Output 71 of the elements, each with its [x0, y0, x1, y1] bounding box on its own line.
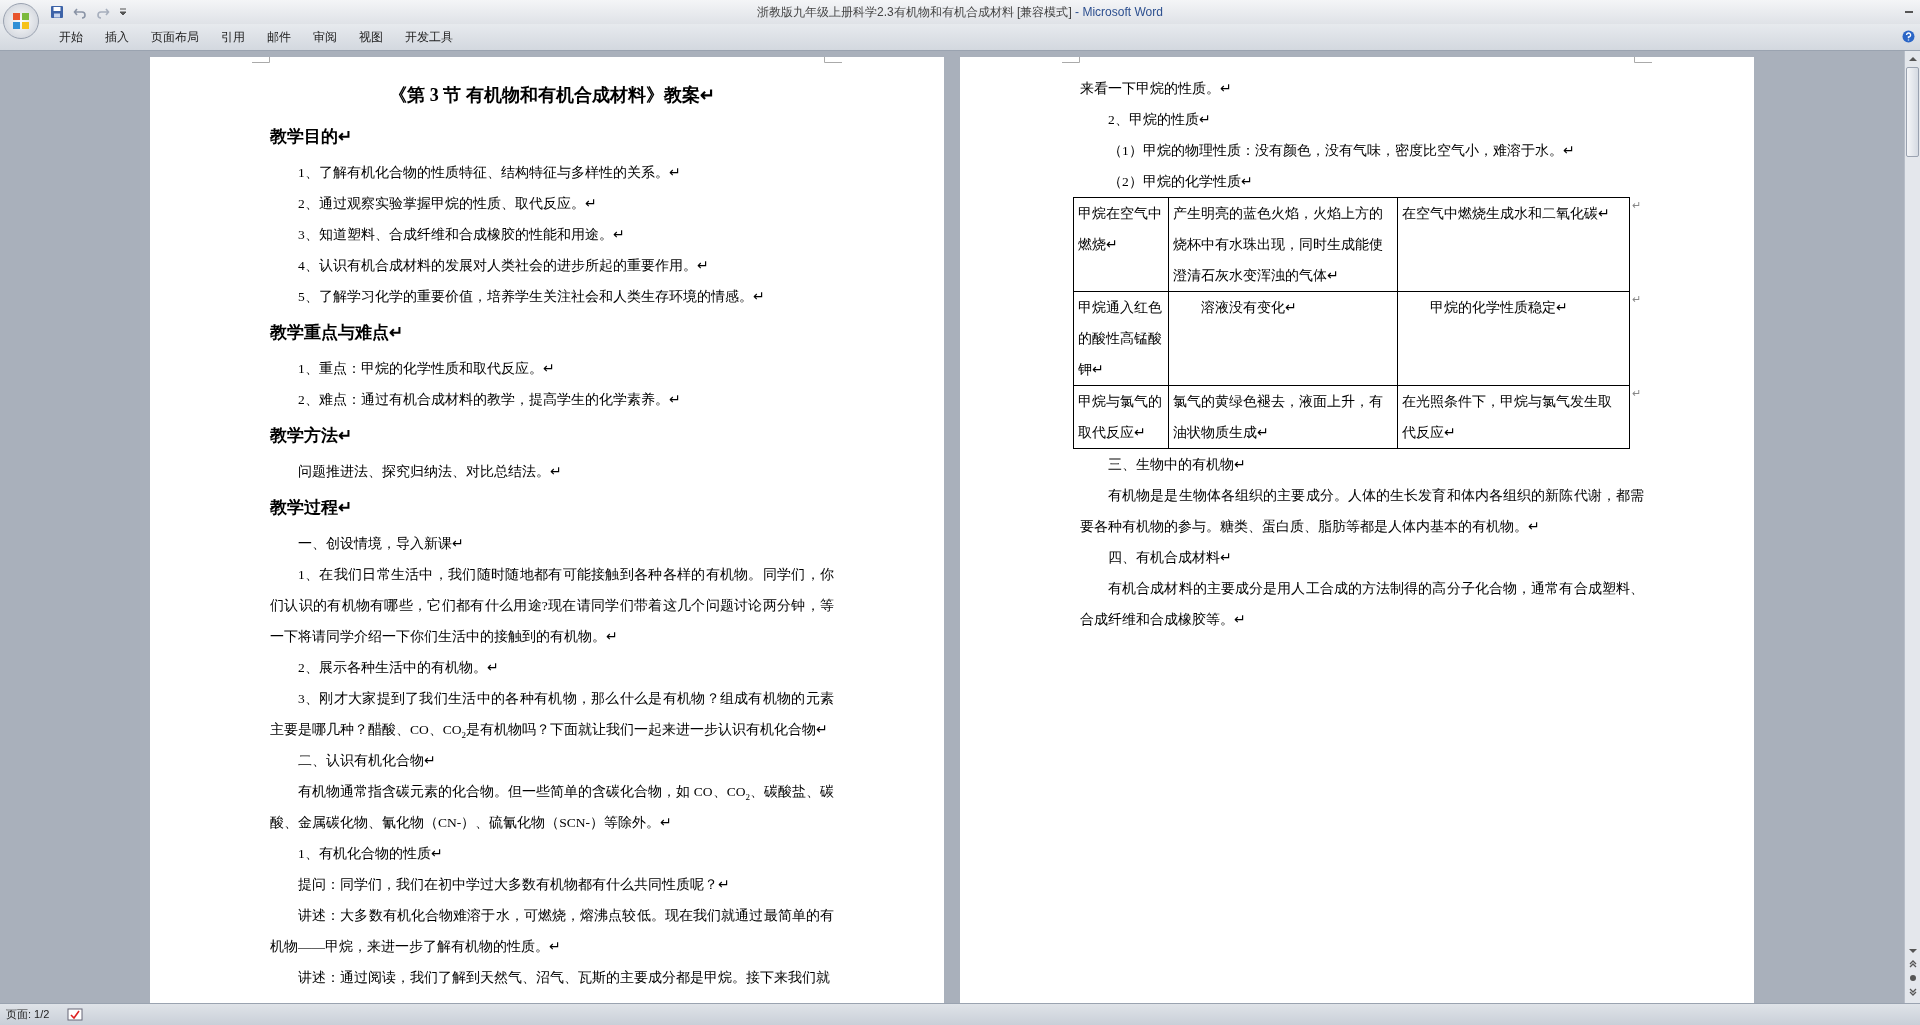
paragraph: 有机物通常指含碳元素的化合物。但一些简单的含碳化合物，如 CO、CO$_{2}$、碳酸盐、碳酸、金属碳化物、氰化物（CN-）、硫氰化物（SCN-）等除外。↵: [270, 783, 834, 832]
paragraph: 讲述：通过阅读，我们了解到天然气、沼气、瓦斯的主要成分都是甲烷。接下来我们就: [297, 969, 831, 987]
ribbon-tab[interactable]: 审阅: [302, 26, 348, 48]
window-title: 浙教版九年级上册科学2.3有机物和有机合成材料 [兼容模式]: [757, 4, 1072, 19]
ribbon-tab[interactable]: 插入: [94, 26, 140, 48]
row-end-mark: ↵: [1632, 386, 1641, 399]
table-cell-text: 产生明亮的蓝色火焰，火焰上方的烧杯中有水珠出现，同时生成能使澄清石灰水变浑浊的气体↵: [1172, 205, 1384, 285]
paragraph: 4、认识有机合成材料的发展对人类社会的进步所起的重要作用。↵: [297, 257, 710, 275]
table-cell-text: 甲烷通入红色的酸性高锰酸钾↵: [1078, 299, 1163, 379]
help-icon[interactable]: [1902, 30, 1915, 43]
scroll-down-icon[interactable]: [1907, 947, 1918, 955]
paragraph: 2、难点：通过有机合成材料的教学，提高学生的化学素养。↵: [297, 391, 682, 409]
paragraph: 3、刚才大家提到了我们生活中的各种有机物，那么什么是有机物？组成有机物的元素主要是哪几种？醋酸、CO、CO$_{2}$是有机物吗？下面就让我们一起来进一步认识有机化合物↵: [270, 690, 834, 742]
paragraph: （1）甲烷的物理性质：没有颜色，没有气味，密度比空气小，难溶于水。↵: [1107, 142, 1576, 160]
page-indicator[interactable]: 页面: 1/2: [6, 1007, 50, 1022]
crop-mark: [824, 57, 842, 63]
paragraph: 5、了解学习化学的重要价值，培养学生关注社会和人类生存环境的情感。↵: [297, 288, 766, 306]
paragraph: 四、有机合成材料↵: [1107, 549, 1233, 567]
scroll-thumb[interactable]: [1906, 67, 1919, 157]
paragraph: 提问：同学们，我们在初中学过大多数有机物都有什么共同性质呢？↵: [297, 876, 731, 894]
row-end-mark: ↵: [1632, 198, 1641, 211]
paragraph: 1、重点：甲烷的化学性质和取代反应。↵: [297, 360, 556, 378]
office-button[interactable]: [3, 3, 39, 39]
paragraph: （2）甲烷的化学性质↵: [1107, 173, 1254, 191]
section-heading: 教学过程↵: [270, 497, 353, 519]
ribbon-tab[interactable]: 开始: [48, 26, 94, 48]
crop-mark: [1634, 57, 1652, 63]
paragraph: 问题推进法、探究归纳法、对比总结法。↵: [297, 463, 563, 481]
app-name: - Microsoft Word: [1075, 4, 1163, 19]
paragraph: 1、有机化合物的性质↵: [297, 845, 444, 863]
paragraph: 讲述：大多数有机化合物难溶于水，可燃烧，熔沸点较低。现在我们就通过最简单的有机物——甲烷，来进一步了解有机物的性质。↵: [270, 907, 834, 956]
table-cell-text: 溶液没有变化↵: [1199, 299, 1298, 317]
row-end-mark: ↵: [1632, 292, 1641, 305]
paragraph: 2、展示各种生活中的有机物。↵: [297, 659, 500, 677]
paragraph: 1、在我们日常生活中，我们随时随地都有可能接触到各种各样的有机物。同学们，你们认识的有机物有哪些，它们都有什么用途?现在请同学们带着这几个问题讨论两分钟，等一下将请同学介绍一下你们生活中的接触到的有机物。↵: [270, 566, 834, 646]
paragraph: 二、认识有机化合物↵: [297, 752, 437, 770]
table-cell-text: 甲烷的化学性质稳定↵: [1428, 299, 1569, 317]
office-logo: [11, 11, 31, 31]
crop-mark: [1062, 57, 1080, 63]
table-cell-text: 在光照条件下，甲烷与氯气发生取代反应↵: [1401, 393, 1613, 442]
paragraph: 三、生物中的有机物↵: [1107, 456, 1247, 474]
table-cell-text: 甲烷与氯气的取代反应↵: [1078, 393, 1163, 442]
browse-object-icon[interactable]: [1907, 973, 1918, 983]
section-heading: 教学方法↵: [270, 425, 353, 447]
table-cell-text: 在空气中燃烧生成水和二氧化碳↵: [1401, 205, 1611, 223]
paragraph: 2、通过观察实验掌握甲烷的性质、取代反应。↵: [297, 195, 598, 213]
ribbon-tab[interactable]: 页面布局: [140, 26, 210, 48]
ribbon-tab[interactable]: 邮件: [256, 26, 302, 48]
vertical-scrollbar[interactable]: [1904, 51, 1920, 1003]
paragraph: 来看一下甲烷的性质。↵: [1080, 80, 1233, 98]
table-cell-text: 氯气的黄绿色褪去，液面上升，有油状物质生成↵: [1172, 393, 1384, 442]
save-icon[interactable]: [50, 5, 64, 19]
ribbon-tab[interactable]: 视图: [348, 26, 394, 48]
document-title: 《第 3 节 有机物和有机合成材料》教案↵: [388, 84, 716, 107]
paragraph: 2、甲烷的性质↵: [1107, 111, 1212, 129]
customize-icon[interactable]: [119, 8, 127, 16]
crop-mark: [252, 57, 270, 63]
ribbon-tab[interactable]: 开发工具: [394, 26, 464, 48]
previous-page-icon[interactable]: [1907, 959, 1918, 969]
paragraph: 3、知道塑料、合成纤维和合成橡胶的性能和用途。↵: [297, 226, 626, 244]
table-cell-text: 甲烷在空气中燃烧↵: [1078, 205, 1163, 254]
document-check-icon[interactable]: [67, 1008, 84, 1021]
section-heading: 教学目的↵: [270, 126, 353, 148]
section-heading: 教学重点与难点↵: [270, 322, 404, 344]
next-page-icon[interactable]: [1907, 987, 1918, 997]
paragraph: 有机合成材料的主要成分是用人工合成的方法制得的高分子化合物，通常有合成塑料、合成纤维和合成橡胶等。↵: [1080, 580, 1644, 629]
scroll-up-icon[interactable]: [1907, 55, 1918, 63]
ribbon-tab[interactable]: 引用: [210, 26, 256, 48]
paragraph: 1、了解有机化合物的性质特征、结构特征与多样性的关系。↵: [297, 164, 682, 182]
paragraph: 有机物是是生物体各组织的主要成分。人体的生长发育和体内各组织的新陈代谢，都需要各种有机物的参与。糖类、蛋白质、脂肪等都是人体内基本的有机物。↵: [1080, 487, 1644, 536]
paragraph: 一、创设情境，导入新课↵: [297, 535, 465, 553]
